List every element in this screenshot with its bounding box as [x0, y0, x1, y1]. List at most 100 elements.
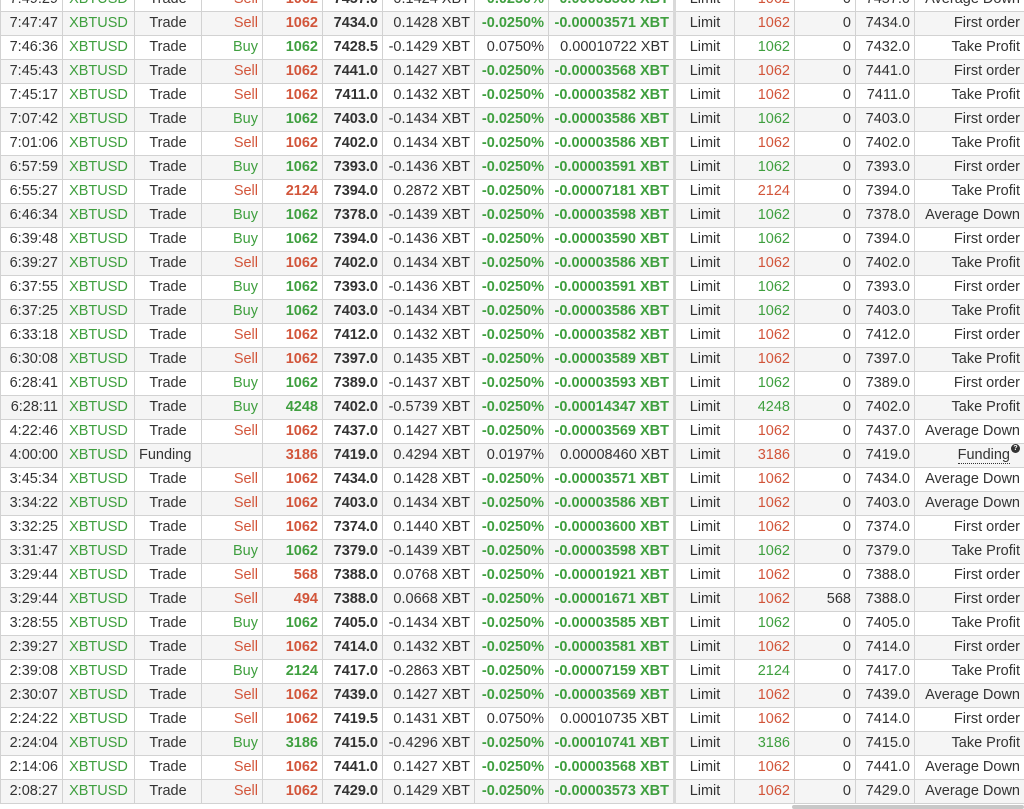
cell-fee: -0.00003591 XBT	[548, 155, 676, 180]
cell-text: First order	[914, 11, 1024, 36]
cell-fee-rate: -0.0250%	[474, 251, 549, 276]
cell-time: 6:37:25	[0, 299, 63, 324]
table-row[interactable]: 7:45:17 XBTUSD Trade Sell 1062 7411.0 0.1432 X…	[0, 83, 1024, 108]
cell-price: 7403.0	[322, 491, 383, 516]
table-row[interactable]: 7:47:47 XBTUSD Trade Sell 1062 7434.0 0.1428 X…	[0, 11, 1024, 36]
cell-side: Buy	[201, 611, 263, 636]
table-row[interactable]: 6:30:08 XBTUSD Trade Sell 1062 7397.0 0.1435 X…	[0, 347, 1024, 372]
cell-price: 7411.0	[322, 83, 383, 108]
table-row[interactable]: 3:29:44 XBTUSD Trade Sell 568 7388.0 0.0768 XB…	[0, 563, 1024, 588]
horizontal-scrollbar[interactable]	[792, 805, 1024, 809]
table-row[interactable]: 7:46:36 XBTUSD Trade Buy 1062 7428.5 -0.1429 X…	[0, 35, 1024, 60]
cell-fee-rate: 0.0197%	[474, 443, 549, 468]
cell-side: Sell	[201, 707, 263, 732]
cell-side: Buy	[201, 299, 263, 324]
cell-order-price: 7414.0	[855, 635, 915, 660]
cell-qty: 3186	[262, 443, 323, 468]
cell-side: Buy	[201, 203, 263, 228]
cell-fee-rate: -0.0250%	[474, 371, 549, 396]
cell-order-price: 7388.0	[855, 587, 915, 612]
table-row[interactable]: 4:00:00 XBTUSD Funding 3186 7419.0 0.4294 XBT…	[0, 443, 1024, 468]
table-row[interactable]: 6:37:25 XBTUSD Trade Buy 1062 7403.0 -0.1434 X…	[0, 299, 1024, 324]
table-row[interactable]: 2:24:04 XBTUSD Trade Buy 3186 7415.0 -0.4296 X…	[0, 731, 1024, 756]
cell-fee-rate: -0.0250%	[474, 611, 549, 636]
table-row[interactable]: 2:39:08 XBTUSD Trade Buy 2124 7417.0 -0.2863 X…	[0, 659, 1024, 684]
table-row[interactable]: 7:01:06 XBTUSD Trade Sell 1062 7402.0 0.1434 X…	[0, 131, 1024, 156]
cell-price: 7405.0	[322, 611, 383, 636]
table-row[interactable]: 6:37:55 XBTUSD Trade Buy 1062 7393.0 -0.1436 X…	[0, 275, 1024, 300]
cell-exec-type: Trade	[134, 347, 202, 372]
table-row[interactable]: 6:55:27 XBTUSD Trade Sell 2124 7394.0 0.2872 X…	[0, 179, 1024, 204]
cell-fee-rate: -0.0250%	[474, 419, 549, 444]
cell-time: 2:30:07	[0, 683, 63, 708]
cell-fee-rate: -0.0250%	[474, 107, 549, 132]
cell-leaves-qty: 0	[794, 11, 856, 36]
cell-value: -0.1439 XBT	[382, 539, 475, 564]
table-row[interactable]: 6:28:11 XBTUSD Trade Buy 4248 7402.0 -0.5739 X…	[0, 395, 1024, 420]
cell-fee: -0.00010741 XBT	[548, 731, 676, 756]
cell-time: 7:46:36	[0, 35, 63, 60]
table-row[interactable]: 6:46:34 XBTUSD Trade Buy 1062 7378.0 -0.1439 X…	[0, 203, 1024, 228]
table-row[interactable]: 7:49:29XBTUSDTradeSell10627457.00.1424 X…	[0, 0, 1024, 12]
table-row[interactable]: 3:45:34 XBTUSD Trade Sell 1062 7434.0 0.1428 X…	[0, 467, 1024, 492]
table-row[interactable]: 6:28:41 XBTUSD Trade Buy 1062 7389.0 -0.1437 X…	[0, 371, 1024, 396]
cell-symbol: XBTUSD	[62, 491, 135, 516]
cell-order-price: 7432.0	[855, 35, 915, 60]
cell-symbol: XBTUSD	[62, 707, 135, 732]
cell-value: 0.1435 XBT	[382, 347, 475, 372]
cell-leaves-qty: 0	[794, 251, 856, 276]
table-row[interactable]: 4:22:46 XBTUSD Trade Sell 1062 7437.0 0.1427 X…	[0, 419, 1024, 444]
cell-value: 0.1428 XBT	[382, 467, 475, 492]
table-row[interactable]: 7:45:43 XBTUSD Trade Sell 1062 7441.0 0.1427 X…	[0, 59, 1024, 84]
question-circle-icon[interactable]: ?	[1011, 444, 1020, 453]
cell-order-price: 7379.0	[855, 539, 915, 564]
cell-order-type: Limit	[674, 635, 735, 660]
cell-exec-type: Trade	[134, 779, 202, 804]
cell-time: 7:45:43	[0, 59, 63, 84]
cell-fee: -0.00003590 XBT	[548, 227, 676, 252]
table-row[interactable]: 2:14:06 XBTUSD Trade Sell 1062 7441.0 0.1427 X…	[0, 755, 1024, 780]
table-row[interactable]: 2:08:27 XBTUSD Trade Sell 1062 7429.0 0.1429 X…	[0, 779, 1024, 804]
cell-order-type: Limit	[674, 563, 735, 588]
cell-exec-type: Trade	[134, 299, 202, 324]
table-row[interactable]: 3:34:22 XBTUSD Trade Sell 1062 7403.0 0.1434 X…	[0, 491, 1024, 516]
table-row[interactable]: 7:07:42 XBTUSD Trade Buy 1062 7403.0 -0.1434 X…	[0, 107, 1024, 132]
cell-text: Take Profit	[914, 179, 1024, 204]
table-row[interactable]: 2:30:07 XBTUSD Trade Sell 1062 7439.0 0.1427 X…	[0, 683, 1024, 708]
cell-order-price: 7439.0	[855, 683, 915, 708]
cell-symbol: XBTUSD	[62, 539, 135, 564]
table-row[interactable]: 3:32:25 XBTUSD Trade Sell 1062 7374.0 0.1440 X…	[0, 515, 1024, 540]
table-row[interactable]: 3:29:44 XBTUSD Trade Sell 494 7388.0 0.0668 XB…	[0, 587, 1024, 612]
cell-exec-type: Trade	[134, 179, 202, 204]
cell-symbol: XBTUSD	[62, 179, 135, 204]
cell-qty: 1062	[262, 155, 323, 180]
table-row[interactable]: 3:28:55 XBTUSD Trade Buy 1062 7405.0 -0.1434 X…	[0, 611, 1024, 636]
cell-exec-type: Trade	[134, 659, 202, 684]
cell-value: -0.1429 XBT	[382, 35, 475, 60]
table-row[interactable]: 2:39:27 XBTUSD Trade Sell 1062 7414.0 0.1432 X…	[0, 635, 1024, 660]
table-row[interactable]: 6:39:48 XBTUSD Trade Buy 1062 7394.0 -0.1436 X…	[0, 227, 1024, 252]
table-row[interactable]: 2:24:22 XBTUSD Trade Sell 1062 7419.5 0.1431 X…	[0, 707, 1024, 732]
cell-time: 6:28:11	[0, 395, 63, 420]
cell-leaves-qty: 0	[794, 755, 856, 780]
cell-order-price: 7402.0	[855, 131, 915, 156]
cell-symbol: XBTUSD	[62, 299, 135, 324]
cell-qty: 2124	[262, 179, 323, 204]
table-row[interactable]: 3:31:47 XBTUSD Trade Buy 1062 7379.0 -0.1439 X…	[0, 539, 1024, 564]
cell-exec-type: Trade	[134, 563, 202, 588]
cell-exec-type: Trade	[134, 323, 202, 348]
cell-fee-rate: -0.0250%	[474, 155, 549, 180]
cell-fee-rate: -0.0250%	[474, 683, 549, 708]
cell-price: 7437.0	[322, 419, 383, 444]
table-row[interactable]: 6:33:18 XBTUSD Trade Sell 1062 7412.0 0.1432 X…	[0, 323, 1024, 348]
cell-time: 2:14:06	[0, 755, 63, 780]
table-row[interactable]: 6:57:59 XBTUSD Trade Buy 1062 7393.0 -0.1436 X…	[0, 155, 1024, 180]
table-row[interactable]: 6:39:27 XBTUSD Trade Sell 1062 7402.0 0.1434 X…	[0, 251, 1024, 276]
cell-leaves-qty: 0	[794, 323, 856, 348]
cell-order-type: Limit	[674, 347, 735, 372]
funding-label[interactable]: Funding	[957, 447, 1010, 464]
cell-symbol: XBTUSD	[62, 467, 135, 492]
cell-text: Take Profit	[914, 731, 1024, 756]
cell-symbol: XBTUSD	[62, 515, 135, 540]
cell-qty: 1062	[262, 707, 323, 732]
